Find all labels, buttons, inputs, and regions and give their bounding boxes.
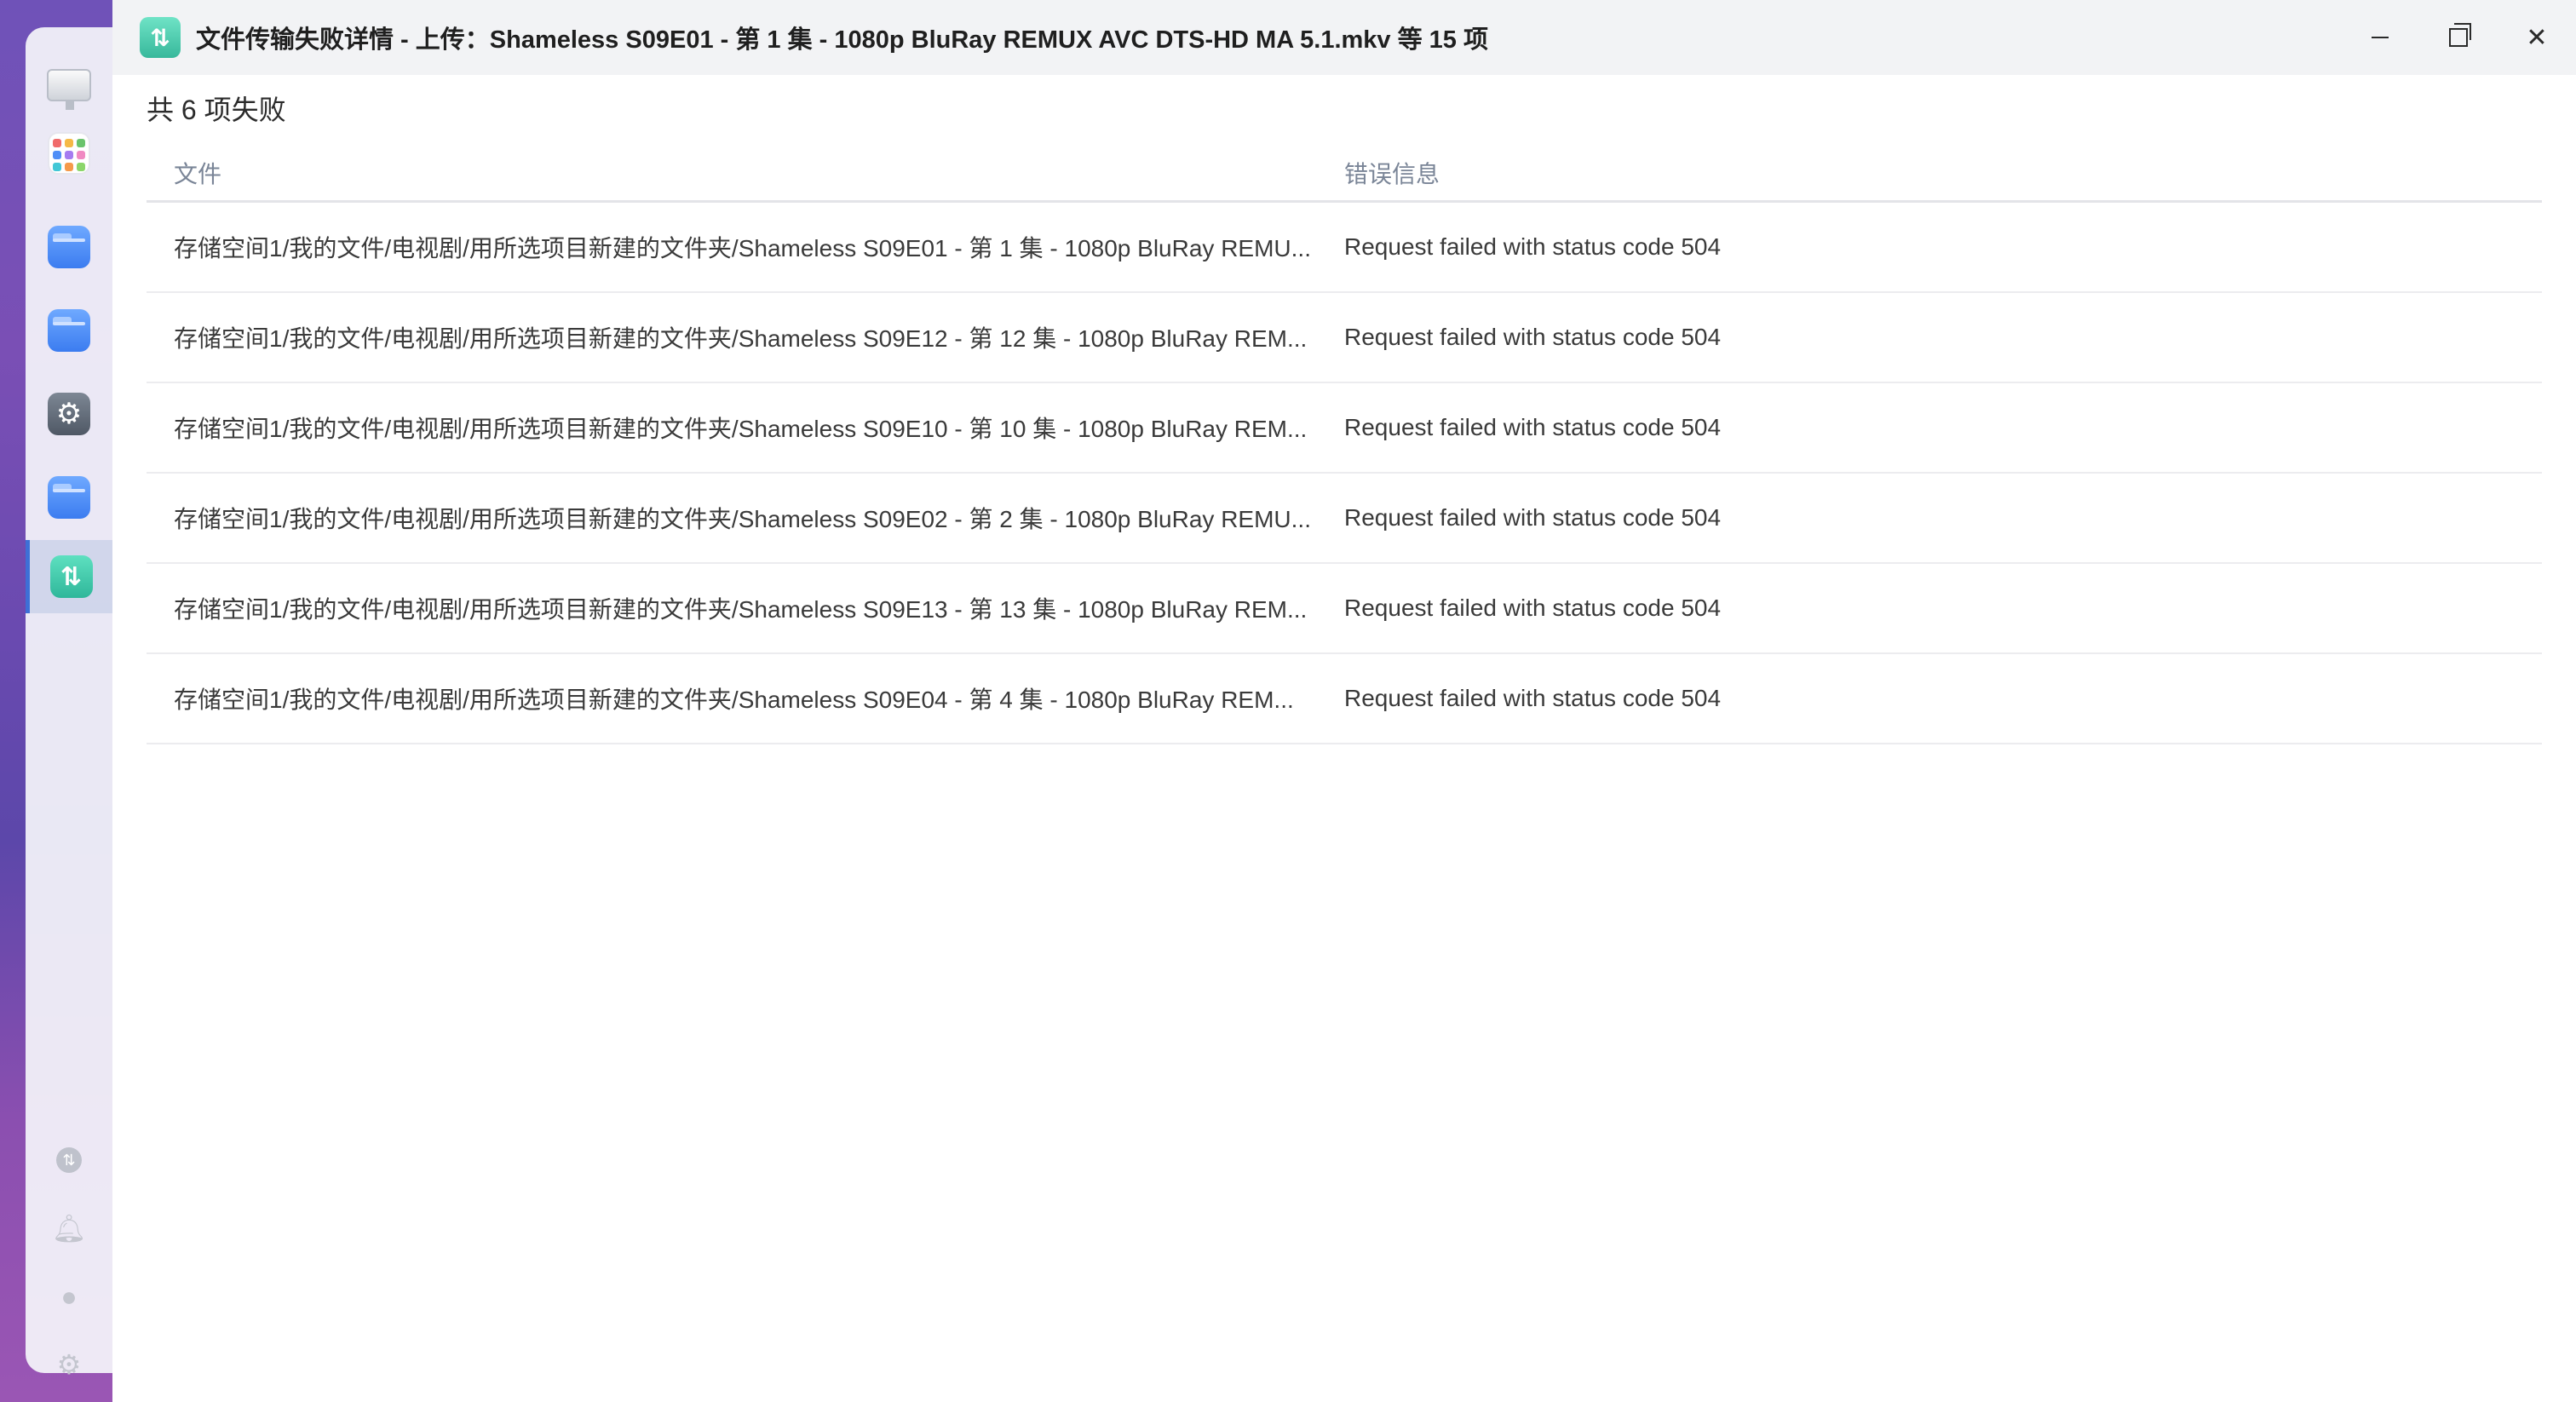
table-row[interactable]: 存储空间1/我的文件/电视剧/用所选项目新建的文件夹/Shameless S09… [147, 564, 2542, 654]
folder-icon [48, 476, 90, 519]
sync-icon: ⇅ [56, 1147, 82, 1173]
table-row[interactable]: 存储空间1/我的文件/电视剧/用所选项目新建的文件夹/Shameless S09… [147, 293, 2542, 383]
file-path: 存储空间1/我的文件/电视剧/用所选项目新建的文件夹/Shameless S09… [174, 325, 1308, 352]
user-icon: ● [60, 1280, 78, 1312]
transfer-failure-window: ⇅ 文件传输失败详情 - 上传：Shameless S09E01 - 第 1 集… [112, 0, 2576, 1402]
folder-icon [48, 226, 90, 268]
file-path: 存储空间1/我的文件/电视剧/用所选项目新建的文件夹/Shameless S09… [174, 416, 1308, 442]
dock-item-settings[interactable]: ⚙ [26, 380, 112, 448]
app-center-icon [48, 132, 90, 175]
file-path: 存储空间1/我的文件/电视剧/用所选项目新建的文件夹/Shameless S09… [174, 235, 1311, 261]
table-row[interactable]: 存储空间1/我的文件/电视剧/用所选项目新建的文件夹/Shameless S09… [147, 654, 2542, 744]
bell-icon: 🔔︎ [51, 1213, 87, 1244]
dock-system-settings[interactable]: ⚙ [26, 1339, 112, 1390]
table-row[interactable]: 存储空间1/我的文件/电视剧/用所选项目新建的文件夹/Shameless S09… [147, 203, 2542, 293]
error-message: Request failed with status code 504 [1344, 324, 1722, 350]
table-header: 文件 错误信息 [147, 145, 2542, 203]
error-message: Request failed with status code 504 [1344, 414, 1722, 440]
window-title: 文件传输失败详情 - 上传：Shameless S09E01 - 第 1 集 -… [196, 26, 1488, 54]
gear-icon: ⚙ [56, 1349, 82, 1380]
restore-button[interactable] [2419, 0, 2498, 75]
dock-sync[interactable]: ⇅ [26, 1135, 112, 1186]
minimize-button[interactable] [2341, 0, 2419, 75]
minimize-icon [2372, 37, 2389, 38]
dock-item-transfer[interactable]: ⇅ [26, 540, 112, 613]
table-row[interactable]: 存储空间1/我的文件/电视剧/用所选项目新建的文件夹/Shameless S09… [147, 383, 2542, 474]
folder-icon [48, 309, 90, 352]
file-path: 存储空间1/我的文件/电视剧/用所选项目新建的文件夹/Shameless S09… [174, 506, 1311, 532]
dock-user[interactable]: ● [26, 1271, 112, 1322]
transfer-arrows-icon: ⇅ [140, 17, 181, 58]
table-row[interactable]: 存储空间1/我的文件/电视剧/用所选项目新建的文件夹/Shameless S09… [147, 474, 2542, 564]
error-message: Request failed with status code 504 [1344, 595, 1722, 621]
title-bar[interactable]: ⇅ 文件传输失败详情 - 上传：Shameless S09E01 - 第 1 集… [112, 0, 2576, 75]
monitor-icon [47, 69, 91, 110]
dock-item-desktop[interactable] [26, 51, 112, 119]
settings-gear-icon: ⚙ [48, 393, 90, 435]
dock: ⚙ ⇅ ⇅ 🔔︎ ● ⚙ [26, 27, 112, 1380]
restore-icon [2449, 23, 2471, 47]
error-message: Request failed with status code 504 [1344, 685, 1722, 711]
error-message: Request failed with status code 504 [1344, 504, 1722, 531]
file-path: 存储空间1/我的文件/电视剧/用所选项目新建的文件夹/Shameless S09… [174, 687, 1294, 713]
dock-notifications[interactable]: 🔔︎ [26, 1203, 112, 1254]
dock-item-app-center[interactable] [26, 119, 112, 187]
transfer-arrows-icon: ⇅ [49, 555, 93, 598]
close-button[interactable]: ✕ [2498, 0, 2576, 75]
column-header-file: 文件 [174, 160, 222, 187]
file-path: 存储空间1/我的文件/电视剧/用所选项目新建的文件夹/Shameless S09… [174, 596, 1308, 623]
dock-item-file-manager-2[interactable] [26, 296, 112, 365]
dock-item-file-manager-3[interactable] [26, 463, 112, 531]
desktop: ⚙ ⇅ ⇅ 🔔︎ ● ⚙ ⇅ 文件传输失败详情 - 上传：Shameless S… [0, 0, 2576, 1402]
window-controls: ✕ [2341, 0, 2576, 75]
dock-item-file-manager[interactable] [26, 213, 112, 281]
close-icon: ✕ [2526, 23, 2548, 52]
column-header-error: 错误信息 [1344, 160, 1440, 187]
error-message: Request failed with status code 504 [1344, 233, 1722, 260]
failure-count: 共 6 项失败 [147, 95, 286, 125]
failure-table: 文件 错误信息 存储空间1/我的文件/电视剧/用所选项目新建的文件夹/Shame… [147, 145, 2542, 744]
